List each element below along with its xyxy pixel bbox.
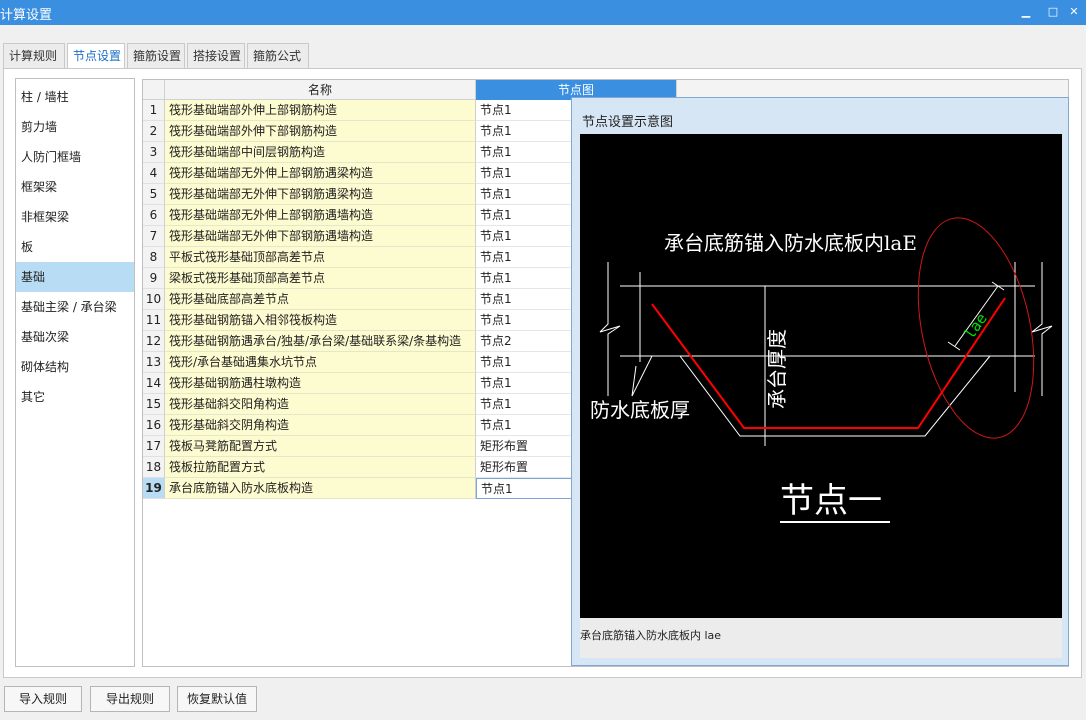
row-name-cell: 筏形基础钢筋遇柱墩构造	[165, 373, 476, 394]
sidebar-item-civil-defense-door-wall[interactable]: 人防门框墙	[16, 142, 134, 172]
right-break-line	[1031, 262, 1053, 396]
row-node-cell[interactable]: 节点1	[476, 205, 572, 226]
row-number: 18	[143, 457, 165, 478]
window-title: 计算设置	[0, 8, 53, 23]
row-name-cell: 筏形基础钢筋遇承台/独基/承台梁/基础联系梁/条基构造	[165, 331, 476, 352]
row-node-cell[interactable]: 节点1	[476, 121, 572, 142]
diagram-caption: 承台底筋锚入防水底板内 lae	[580, 629, 722, 642]
title-bar: 计算设置 ▁ □ ✕	[0, 0, 1086, 25]
row-node-cell[interactable]: 节点1	[476, 373, 572, 394]
row-name-cell: 承台底筋锚入防水底板构造	[165, 478, 476, 499]
row-number: 8	[143, 247, 165, 268]
row-node-cell[interactable]: 矩形布置	[476, 436, 572, 457]
row-node-cell[interactable]: 节点1	[476, 268, 572, 289]
diagram-lae-label: lae	[961, 310, 991, 343]
category-list: 柱 / 墙柱 剪力墙 人防门框墙 框架梁 非框架梁 板 基础 基础主梁 / 承台…	[15, 78, 135, 667]
sidebar-item-foundation[interactable]: 基础	[16, 262, 134, 292]
row-node-cell[interactable]: 节点1	[476, 100, 572, 121]
tab-lap-settings[interactable]: 搭接设置	[187, 43, 245, 68]
sidebar-item-frame-beam[interactable]: 框架梁	[16, 172, 134, 202]
row-number: 19	[143, 478, 165, 499]
row-name-cell: 筏形基础端部外伸上部钢筋构造	[165, 100, 476, 121]
tab-stirrup-formula[interactable]: 箍筋公式	[247, 43, 309, 68]
caption-area: 承台底筋锚入防水底板内 lae	[580, 618, 1062, 658]
tab-node-settings[interactable]: 节点设置	[67, 43, 125, 69]
sidebar-item-non-frame-beam[interactable]: 非框架梁	[16, 202, 134, 232]
row-node-cell[interactable]: 节点1	[476, 415, 572, 436]
row-node-cell[interactable]: 节点1	[476, 142, 572, 163]
close-icon[interactable]: ✕	[1064, 3, 1084, 21]
row-number: 10	[143, 289, 165, 310]
sidebar-item-shear-wall[interactable]: 剪力墙	[16, 112, 134, 142]
restore-defaults-button[interactable]: 恢复默认值	[177, 686, 257, 712]
tab-calc-rules[interactable]: 计算规则	[3, 43, 65, 68]
row-node-cell[interactable]: 节点1	[476, 247, 572, 268]
row-name-cell: 筏形基础斜交阳角构造	[165, 394, 476, 415]
row-name-cell: 筏形基础端部外伸下部钢筋构造	[165, 121, 476, 142]
node-diagram-popup: 节点设置示意图 承台底筋锚入防水底板内laE 防水底板厚 承台厚度 lae 节点…	[571, 97, 1069, 666]
diagram-left-label: 防水底板厚	[590, 398, 690, 422]
row-number: 5	[143, 184, 165, 205]
diagram-top-label: 承台底筋锚入防水底板内laE	[664, 231, 917, 255]
row-node-cell[interactable]: 节点1	[476, 184, 572, 205]
row-number: 6	[143, 205, 165, 226]
row-node-cell[interactable]: 节点1	[476, 163, 572, 184]
sidebar-item-other[interactable]: 其它	[16, 382, 134, 412]
row-number: 15	[143, 394, 165, 415]
row-number: 13	[143, 352, 165, 373]
row-node-cell[interactable]: 节点1	[476, 478, 572, 499]
row-name-cell: 筏形基础端部无外伸上部钢筋遇梁构造	[165, 163, 476, 184]
row-name-cell: 筏形基础钢筋锚入相邻筏板构造	[165, 310, 476, 331]
column-header-name[interactable]: 名称	[165, 80, 476, 100]
sidebar-item-masonry[interactable]: 砌体结构	[16, 352, 134, 382]
row-node-cell[interactable]: 节点1	[476, 226, 572, 247]
row-name-cell: 筏形基础端部无外伸上部钢筋遇墙构造	[165, 205, 476, 226]
row-number: 14	[143, 373, 165, 394]
tab-stirrup-settings[interactable]: 箍筋设置	[127, 43, 185, 68]
row-number: 9	[143, 268, 165, 289]
popup-title: 节点设置示意图	[582, 115, 674, 130]
import-rules-button[interactable]: 导入规则	[4, 686, 82, 712]
node-diagram: 承台底筋锚入防水底板内laE 防水底板厚 承台厚度 lae 节点一	[580, 134, 1062, 618]
row-number: 3	[143, 142, 165, 163]
row-number: 11	[143, 310, 165, 331]
row-node-cell[interactable]: 节点1	[476, 289, 572, 310]
node-diagram-svg: 承台底筋锚入防水底板内laE 防水底板厚 承台厚度 lae 节点一	[590, 217, 1053, 523]
row-name-cell: 筏板马凳筋配置方式	[165, 436, 476, 457]
row-name-cell: 筏形基础端部无外伸下部钢筋遇墙构造	[165, 226, 476, 247]
maximize-icon[interactable]: □	[1043, 3, 1063, 21]
row-number: 12	[143, 331, 165, 352]
sidebar-item-slab[interactable]: 板	[16, 232, 134, 262]
row-name-cell: 平板式筏形基础顶部高差节点	[165, 247, 476, 268]
sidebar-item-foundation-secondary-beam[interactable]: 基础次梁	[16, 322, 134, 352]
row-name-cell: 筏板拉筋配置方式	[165, 457, 476, 478]
row-number: 2	[143, 121, 165, 142]
minimize-icon[interactable]: ▁	[1016, 3, 1036, 21]
row-name-cell: 筏形基础端部中间层钢筋构造	[165, 142, 476, 163]
sidebar-item-column[interactable]: 柱 / 墙柱	[16, 82, 134, 112]
row-name-cell: 筏形/承台基础遇集水坑节点	[165, 352, 476, 373]
lae-tick-bottom	[947, 341, 961, 351]
row-name-cell: 筏形基础斜交阴角构造	[165, 415, 476, 436]
row-number-header	[143, 80, 165, 100]
row-node-cell[interactable]: 节点1	[476, 310, 572, 331]
row-node-cell[interactable]: 节点1	[476, 394, 572, 415]
left-break-line	[599, 262, 621, 396]
sidebar-item-foundation-main-beam[interactable]: 基础主梁 / 承台梁	[16, 292, 134, 322]
row-name-cell: 筏形基础底部高差节点	[165, 289, 476, 310]
diagram-node-title: 节点一	[780, 481, 882, 521]
row-name-cell: 筏形基础端部无外伸下部钢筋遇梁构造	[165, 184, 476, 205]
diagram-vertical-label: 承台厚度	[765, 329, 789, 409]
row-number: 1	[143, 100, 165, 121]
row-number: 17	[143, 436, 165, 457]
row-name-cell: 梁板式筏形基础顶部高差节点	[165, 268, 476, 289]
row-number: 7	[143, 226, 165, 247]
row-node-cell[interactable]: 节点2	[476, 331, 572, 352]
row-node-cell[interactable]: 矩形布置	[476, 457, 572, 478]
export-rules-button[interactable]: 导出规则	[90, 686, 170, 712]
row-number: 16	[143, 415, 165, 436]
row-number: 4	[143, 163, 165, 184]
row-node-cell[interactable]: 节点1	[476, 352, 572, 373]
